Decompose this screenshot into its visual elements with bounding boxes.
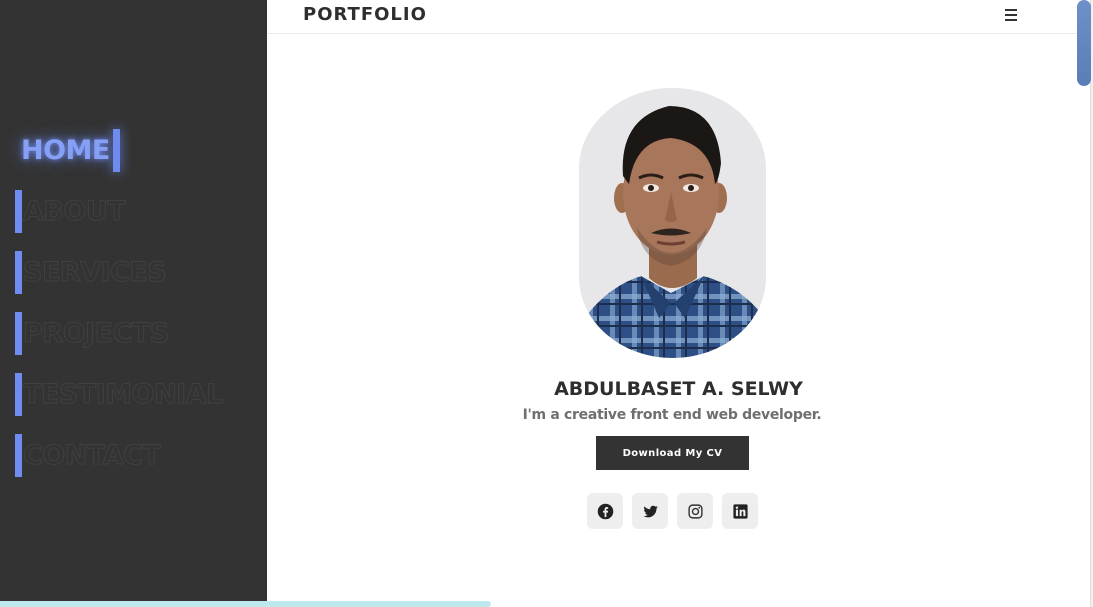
nav-active-indicator <box>113 129 120 172</box>
menu-line <box>1005 9 1017 11</box>
nav-indicator <box>15 434 22 477</box>
menu-line <box>1005 14 1017 16</box>
nav-item-projects[interactable]: PROJECTS <box>15 310 265 371</box>
nav-item-home[interactable]: HOME <box>15 127 265 188</box>
portfolio-page: HOME ABOUT SERVICES PROJECTS TESTIMONIAL… <box>0 0 1093 607</box>
twitter-icon <box>643 505 658 517</box>
menu-line <box>1005 19 1017 21</box>
profile-photo <box>579 88 766 358</box>
facebook-button[interactable] <box>587 493 623 529</box>
nav-label-about: ABOUT <box>22 196 126 228</box>
profile-tagline: I'm a creative front end web developer. <box>522 407 822 423</box>
hamburger-menu-icon[interactable] <box>1004 6 1020 24</box>
nav-label-services: SERVICES <box>22 257 167 289</box>
sidebar: HOME ABOUT SERVICES PROJECTS TESTIMONIAL… <box>0 0 267 607</box>
nav-item-about[interactable]: ABOUT <box>15 188 265 249</box>
sidebar-nav: HOME ABOUT SERVICES PROJECTS TESTIMONIAL… <box>15 127 265 493</box>
nav-label-home: HOME <box>21 135 110 166</box>
linkedin-icon <box>732 503 748 519</box>
profile-name: ABDULBASET A. SELWY <box>554 378 803 400</box>
nav-label-projects: PROJECTS <box>23 318 170 350</box>
scroll-progress-bar <box>0 601 491 607</box>
top-header: PORTFOLIO <box>267 0 1090 34</box>
nav-label-testimonial: TESTIMONIAL <box>23 379 224 411</box>
nav-indicator <box>15 190 22 233</box>
nav-item-contact[interactable]: CONTACT <box>15 432 265 493</box>
nav-item-services[interactable]: SERVICES <box>15 249 265 310</box>
twitter-button[interactable] <box>632 493 668 529</box>
nav-indicator <box>15 373 22 416</box>
site-brand[interactable]: PORTFOLIO <box>303 4 427 25</box>
nav-indicator <box>15 251 22 294</box>
nav-indicator <box>15 312 22 355</box>
instagram-button[interactable] <box>677 493 713 529</box>
facebook-icon <box>597 503 613 519</box>
instagram-icon <box>687 503 703 519</box>
download-cv-button[interactable]: Download My CV <box>596 436 749 470</box>
nav-item-testimonial[interactable]: TESTIMONIAL <box>15 371 265 432</box>
vertical-scrollbar-thumb[interactable] <box>1077 0 1091 86</box>
nav-label-contact: CONTACT <box>22 440 161 472</box>
profile-portrait <box>579 88 766 358</box>
linkedin-button[interactable] <box>722 493 758 529</box>
